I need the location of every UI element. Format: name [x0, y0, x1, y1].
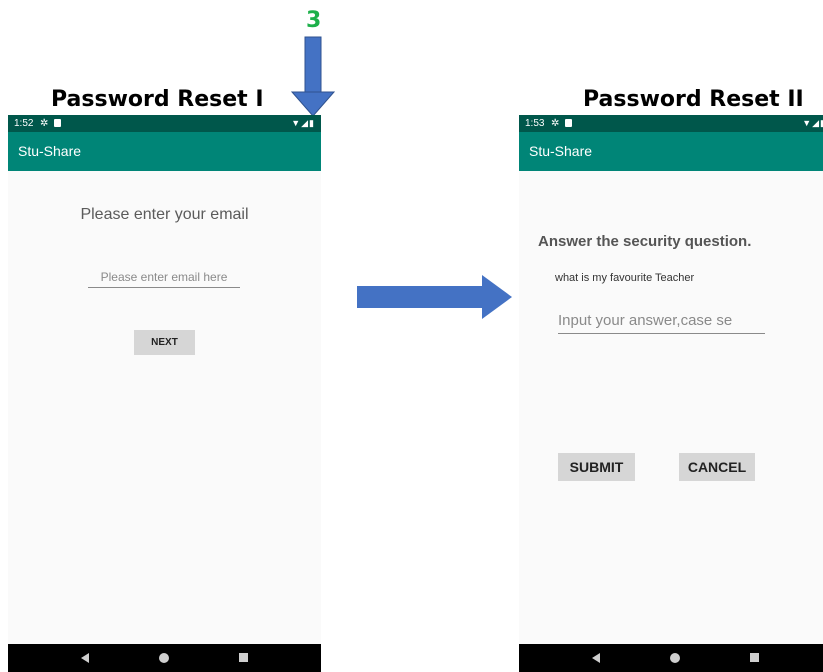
down-arrow-icon	[290, 36, 336, 117]
phone-screen-reset-1: 1:52 ✲ ▼◢▮ Stu-Share Please enter your e…	[8, 115, 321, 672]
recent-apps-icon[interactable]	[239, 653, 248, 662]
sd-card-icon	[565, 119, 572, 127]
signal-battery-icon: ▼◢▮	[802, 118, 823, 128]
caption-password-reset-1: Password Reset I	[51, 87, 264, 112]
answer-input[interactable]: Input your answer,case se	[558, 309, 765, 334]
right-arrow-icon	[357, 275, 512, 319]
settings-icon: ✲	[40, 118, 49, 129]
step-number: 3	[306, 8, 322, 33]
settings-icon: ✲	[551, 118, 560, 129]
status-time: 1:52	[14, 118, 34, 129]
back-icon[interactable]	[592, 653, 600, 663]
next-button[interactable]: NEXT	[134, 330, 195, 355]
app-bar-title: Stu-Share	[8, 132, 321, 171]
navigation-bar	[519, 644, 823, 672]
status-time: 1:53	[525, 118, 545, 129]
back-icon[interactable]	[81, 653, 89, 663]
home-icon[interactable]	[159, 653, 169, 663]
navigation-bar	[8, 644, 321, 672]
status-bar: 1:53 ✲ ▼◢▮	[519, 115, 823, 132]
phone-screen-reset-2: 1:53 ✲ ▼◢▮ Stu-Share Answer the security…	[519, 115, 823, 672]
signal-battery-icon: ▼◢▮	[291, 118, 315, 128]
email-input[interactable]: Please enter email here	[88, 267, 240, 288]
home-icon[interactable]	[670, 653, 680, 663]
security-question-text: what is my favourite Teacher	[555, 272, 695, 284]
security-question-heading: Answer the security question.	[538, 233, 752, 250]
app-bar-title: Stu-Share	[519, 132, 823, 171]
caption-password-reset-2: Password Reset II	[583, 87, 804, 112]
status-bar: 1:52 ✲ ▼◢▮	[8, 115, 321, 132]
email-prompt: Please enter your email	[80, 206, 249, 223]
recent-apps-icon[interactable]	[750, 653, 759, 662]
cancel-button[interactable]: CANCEL	[679, 453, 755, 481]
submit-button[interactable]: SUBMIT	[558, 453, 635, 481]
sd-card-icon	[54, 119, 61, 127]
